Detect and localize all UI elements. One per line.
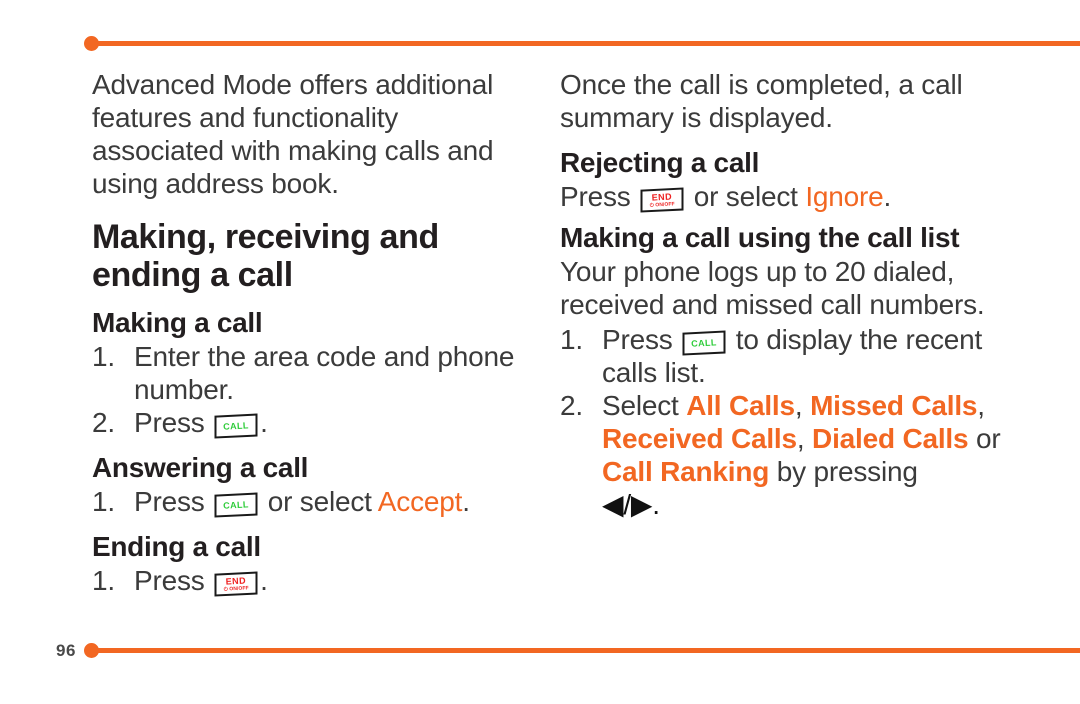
- call-list-option: Missed Calls: [810, 390, 978, 421]
- step-number: 1.: [92, 486, 115, 517]
- section-heading-rejecting-a-call: Rejecting a call: [560, 147, 760, 178]
- step-text-mid: or select: [260, 486, 378, 517]
- left-intro-paragraph: Advanced Mode offers additional features…: [92, 69, 494, 199]
- step-text: Press: [134, 565, 213, 596]
- call-list-option: Dialed Calls: [812, 423, 969, 454]
- instruction-text: Press: [560, 181, 639, 212]
- right-column: Once the call is completed, a call summa…: [560, 68, 1010, 521]
- accept-highlight: Accept: [377, 486, 463, 517]
- step-text-after: .: [260, 407, 268, 438]
- call-key-icon: CALL: [681, 330, 727, 356]
- call-list-option: Received Calls: [602, 423, 797, 454]
- option-separator: ,: [977, 390, 985, 421]
- list-item: 1. Enter the area code and phone number.: [92, 340, 532, 406]
- step-text: Press: [134, 407, 213, 438]
- steps-answering-a-call: 1. Press CALL or select Accept.: [92, 485, 532, 518]
- left-column: Advanced Mode offers additional features…: [92, 68, 532, 597]
- step-text: Select: [602, 390, 687, 421]
- call-key-icon: CALL: [213, 492, 259, 518]
- option-separator: ,: [794, 390, 811, 421]
- end-key-icon: END ⏻ ON/OFF: [213, 571, 259, 597]
- list-item: 1. Press CALL to display the recent calls…: [560, 323, 1010, 389]
- end-key-icon: END ⏻ ON/OFF: [639, 187, 685, 213]
- footer-rule: [84, 643, 1080, 658]
- step-number: 2.: [92, 407, 115, 438]
- list-item: 2. Select All Calls, Missed Calls, Receiv…: [560, 389, 1010, 521]
- step-number: 1.: [92, 565, 115, 596]
- steps-ending-a-call: 1. Press END ⏻ ON/OFF .: [92, 564, 532, 597]
- call-list-option: All Calls: [686, 390, 795, 421]
- right-intro-paragraph: Once the call is completed, a call summa…: [560, 69, 963, 133]
- step-number: 2.: [560, 390, 583, 421]
- section-heading-ending-a-call: Ending a call: [92, 531, 261, 562]
- step-text: Enter the area code and phone number.: [134, 341, 515, 405]
- rejecting-a-call-instruction: Press END ⏻ ON/OFF or select Ignore.: [560, 180, 1010, 213]
- steps-call-list: 1. Press CALL to display the recent calls…: [560, 323, 1010, 521]
- page-number: 96: [56, 641, 76, 660]
- nav-arrows: ◀/▶.: [602, 489, 660, 520]
- option-separator: or: [968, 423, 1001, 454]
- ignore-highlight: Ignore: [805, 181, 884, 212]
- step-text-after: by pressing: [769, 456, 918, 487]
- list-item: 1. Press CALL or select Accept.: [92, 485, 532, 518]
- step-number: 1.: [560, 324, 583, 355]
- section-heading-answering-a-call: Answering a call: [92, 452, 309, 483]
- step-number: 1.: [92, 341, 115, 372]
- page-title: Making, receiving and ending a call: [92, 218, 439, 294]
- top-rule-dot: [84, 36, 99, 51]
- instruction-text-after: .: [883, 181, 892, 212]
- section-heading-making-a-call-using-the-call-list: Making a call using the call list: [560, 222, 960, 253]
- call-list-body: Your phone logs up to 20 dialed, receive…: [560, 256, 985, 320]
- footer-rule-dot: [84, 643, 99, 658]
- manual-page: Advanced Mode offers additional features…: [0, 0, 1080, 704]
- top-rule: [84, 36, 1080, 51]
- list-item: 2. Press CALL .: [92, 406, 532, 439]
- section-heading-making-a-call: Making a call: [92, 307, 263, 338]
- call-key-icon: CALL: [213, 413, 259, 439]
- page-footer: 96: [56, 640, 1080, 662]
- steps-making-a-call: 1. Enter the area code and phone number. …: [92, 340, 532, 439]
- step-text-after: .: [260, 565, 268, 596]
- step-text: Press: [602, 324, 681, 355]
- option-separator: ,: [796, 423, 813, 454]
- call-list-option: Call Ranking: [602, 456, 770, 487]
- instruction-text-mid: or select: [686, 181, 806, 212]
- list-item: 1. Press END ⏻ ON/OFF .: [92, 564, 532, 597]
- step-text-after: .: [462, 486, 470, 517]
- step-text: Press: [134, 486, 213, 517]
